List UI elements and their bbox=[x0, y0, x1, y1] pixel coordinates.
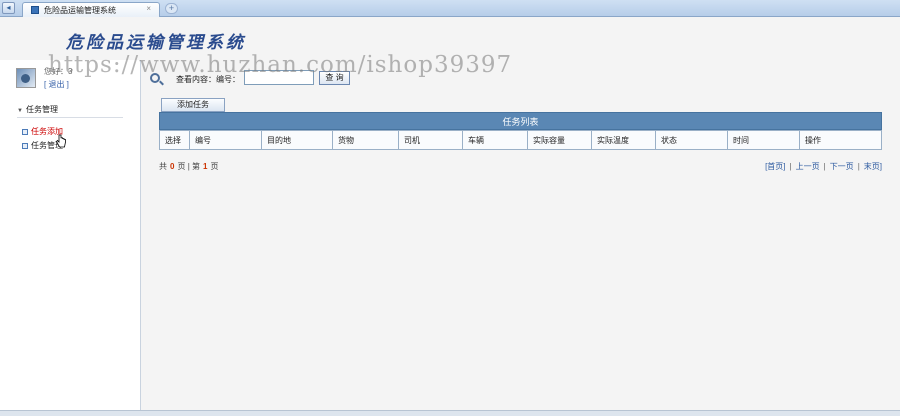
new-tab-icon[interactable]: + bbox=[165, 3, 178, 14]
column-header-actual-capacity: 实际容量 bbox=[527, 130, 592, 150]
column-header-actual-temperature: 实际温度 bbox=[591, 130, 656, 150]
document-icon bbox=[22, 128, 28, 135]
pager-total-count: 0 bbox=[170, 162, 175, 171]
page-icon bbox=[31, 6, 39, 14]
app-header: 危险品运输管理系统 bbox=[0, 18, 900, 60]
column-header-select: 选择 bbox=[159, 130, 190, 150]
search-icon bbox=[150, 73, 160, 83]
pager-current-prefix: 第 bbox=[192, 162, 200, 171]
close-icon[interactable]: × bbox=[146, 4, 151, 13]
browser-tab[interactable]: 危险品运输管理系统 × bbox=[22, 2, 160, 17]
tab-title: 危险品运输管理系统 bbox=[44, 6, 116, 15]
pager-last-link[interactable]: 末页] bbox=[864, 162, 882, 171]
search-button[interactable]: 查 询 bbox=[319, 71, 350, 85]
triangle-down-icon: ▼ bbox=[17, 108, 23, 114]
pager-separator: | bbox=[789, 162, 792, 171]
column-header-number: 编号 bbox=[189, 130, 262, 150]
sidebar: 您好：3 [ 退出 ] ▼ 任务管理 任务添加 任务管理 bbox=[0, 60, 141, 412]
pager-first-link[interactable]: [首页] bbox=[765, 162, 785, 171]
column-header-time: 时间 bbox=[727, 130, 800, 150]
avatar bbox=[16, 68, 36, 88]
pager-current-page: 1 bbox=[203, 162, 208, 171]
column-header-destination: 目的地 bbox=[261, 130, 333, 150]
pager-next-link[interactable]: 下一页 bbox=[830, 162, 854, 171]
browser-tab-bar: ◂ 危险品运输管理系统 × + bbox=[0, 0, 900, 17]
pager-divider: | bbox=[187, 162, 190, 171]
pager-prev-link[interactable]: 上一页 bbox=[796, 162, 820, 171]
task-table: 选择 编号 目的地 货物 司机 车辆 实际容量 实际温度 状态 时间 操作 bbox=[159, 130, 882, 150]
column-header-vehicle: 车辆 bbox=[462, 130, 528, 150]
search-label: 查看内容：编号： bbox=[176, 75, 240, 84]
table-header-row: 选择 编号 目的地 货物 司机 车辆 实际容量 实际温度 状态 时间 操作 bbox=[159, 130, 882, 150]
search-input[interactable] bbox=[244, 70, 314, 85]
pager-separator: | bbox=[823, 162, 826, 171]
back-icon[interactable]: ◂ bbox=[2, 2, 15, 14]
menu-group-label: 任务管理 bbox=[25, 105, 58, 114]
pager-current-suffix: 页 bbox=[210, 162, 219, 171]
column-header-actions: 操作 bbox=[799, 130, 882, 150]
task-list-title: 任务列表 bbox=[159, 112, 882, 130]
pager-total-prefix: 共 bbox=[159, 162, 167, 171]
task-list-panel: 任务列表 选择 编号 目的地 货物 司机 车辆 实际容量 实际温度 状态 时间 … bbox=[159, 112, 882, 150]
pager-total-suffix: 页 bbox=[177, 162, 186, 171]
column-header-status: 状态 bbox=[655, 130, 728, 150]
status-bar bbox=[0, 410, 900, 416]
pager-separator: | bbox=[857, 162, 860, 171]
pager-summary: 共0页 | 第1页 bbox=[159, 161, 218, 172]
user-greeting: 您好：3 bbox=[44, 67, 73, 76]
column-header-driver: 司机 bbox=[398, 130, 463, 150]
system-title: 危险品运输管理系统 bbox=[66, 33, 246, 53]
hand-cursor-icon bbox=[56, 134, 66, 148]
column-header-goods: 货物 bbox=[332, 130, 399, 150]
logout-link[interactable]: [ 退出 ] bbox=[44, 79, 69, 90]
add-task-button[interactable]: 添加任务 bbox=[161, 98, 225, 112]
main-content: 查看内容：编号： 查 询 添加任务 任务列表 选择 编号 目的地 货物 司机 车… bbox=[142, 60, 900, 412]
pager-nav: [首页] | 上一页 | 下一页 | 末页] bbox=[765, 161, 882, 172]
document-icon bbox=[22, 142, 28, 149]
menu-group-task-management[interactable]: ▼ 任务管理 bbox=[17, 104, 123, 118]
